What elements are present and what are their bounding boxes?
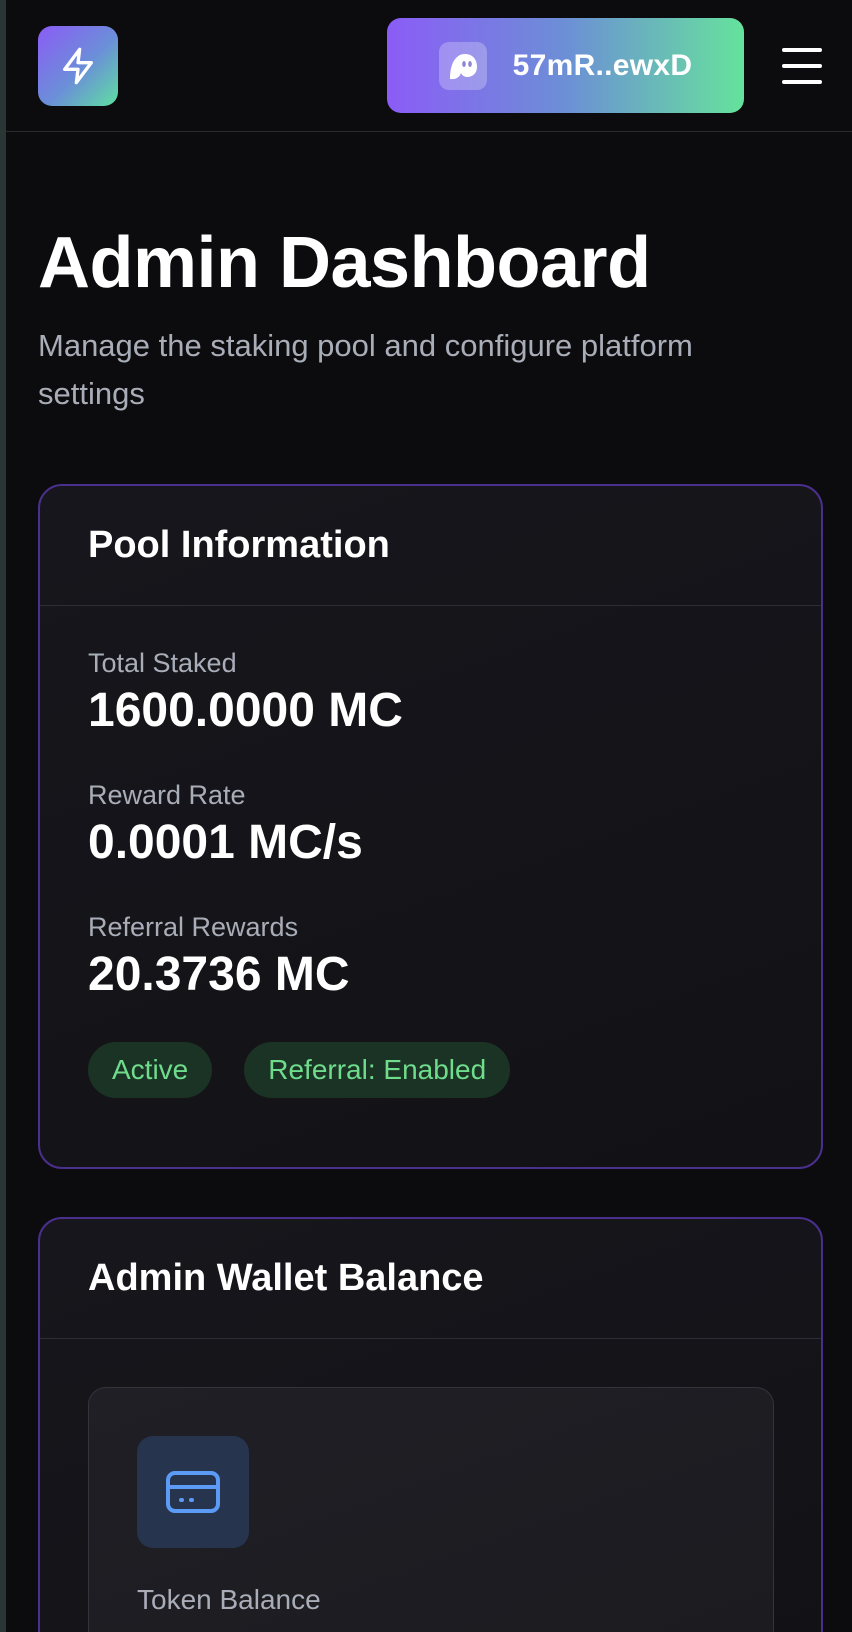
page-subtitle: Manage the staking pool and configure pl… [38, 328, 693, 411]
token-balance-panel: Token Balance [88, 1387, 774, 1632]
hamburger-menu-icon[interactable] [782, 48, 822, 84]
wallet-address: 57mR..ewxD [512, 48, 693, 82]
app-frame: 57mR..ewxD Admin Dashboard Manage the st… [0, 0, 852, 1632]
card-header: Pool Information [40, 486, 821, 606]
stat-label: Reward Rate [88, 780, 246, 810]
stat-reward-rate: Reward Rate 0.0001 MC/s [88, 778, 773, 872]
status-badge-referral: Referral: Enabled [244, 1042, 511, 1098]
window-edge [0, 0, 6, 1632]
card-header: Admin Wallet Balance [40, 1219, 821, 1339]
stat-referral-rewards: Referral Rewards 20.3736 MC [88, 910, 773, 1004]
card-title: Admin Wallet Balance [88, 1257, 484, 1299]
card-body: Total Staked 1600.0000 MC Reward Rate 0.… [40, 606, 821, 1138]
stat-total-staked: Total Staked 1600.0000 MC [88, 646, 773, 740]
status-badge-active: Active [88, 1042, 213, 1098]
token-balance-label: Token Balance [137, 1584, 321, 1615]
stat-label: Total Staked [88, 648, 237, 678]
page-title: Admin Dashboard [38, 223, 651, 303]
app-logo[interactable] [38, 26, 118, 106]
status-badges: Active Referral: Enabled [88, 1042, 773, 1098]
menu-line [782, 48, 822, 52]
wallet-connect-button[interactable]: 57mR..ewxD [387, 18, 744, 113]
pool-information-card: Pool Information Total Staked 1600.0000 … [38, 484, 823, 1169]
stat-value: 0.0001 MC/s [88, 816, 363, 869]
menu-line [782, 64, 822, 68]
stat-label: Referral Rewards [88, 912, 299, 942]
top-header: 57mR..ewxD [6, 0, 852, 132]
lightning-bolt-icon [63, 47, 94, 85]
balance-icon-tile [137, 1436, 249, 1548]
card-title: Pool Information [88, 524, 390, 566]
menu-line [782, 80, 822, 84]
admin-wallet-balance-card: Admin Wallet Balance Token Balance [38, 1217, 823, 1632]
credit-card-icon [166, 1471, 220, 1513]
stat-value: 20.3736 MC [88, 948, 350, 1001]
card-body: Token Balance [40, 1339, 821, 1632]
wallet-avatar [438, 41, 487, 90]
stat-value: 1600.0000 MC [88, 684, 403, 737]
ghost-icon [449, 53, 477, 79]
